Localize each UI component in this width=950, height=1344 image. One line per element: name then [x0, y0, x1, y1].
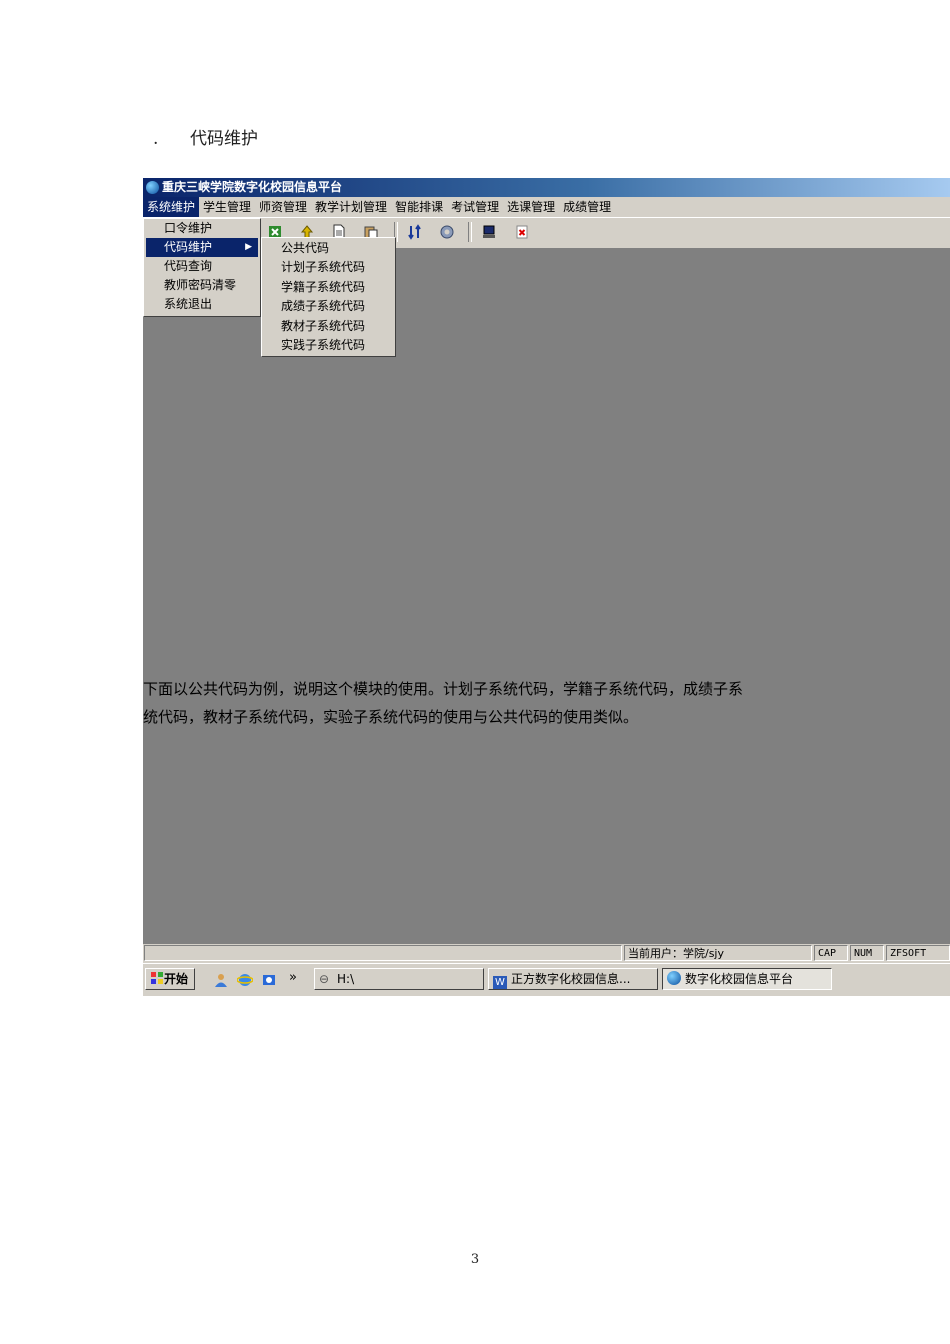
desktop-user-icon[interactable] [213, 972, 229, 988]
menu-grade-management[interactable]: 成绩管理 [559, 197, 615, 217]
task-word-document[interactable]: W 正方数字化校园信息... [488, 968, 658, 990]
task-campus-platform[interactable]: 数字化校园信息平台 [662, 968, 832, 990]
menu-student-management[interactable]: 学生管理 [199, 197, 255, 217]
settings-gear-icon[interactable] [439, 224, 455, 240]
submenu-item-public-code[interactable]: 公共代码 [262, 239, 395, 258]
body-line-1: 下面以公共代码为例，说明这个模块的使用。计划子系统代码，学籍子系统代码，成绩子系 [143, 680, 744, 698]
submenu-item-textbook-code[interactable]: 教材子系统代码 [262, 317, 395, 336]
menu-item-code-maintenance-label: 代码维护 [164, 240, 213, 254]
window-titlebar: 重庆三峡学院数字化校园信息平台 [143, 178, 950, 197]
task-platform-label: 数字化校园信息平台 [685, 972, 794, 986]
computer-icon[interactable] [481, 224, 497, 240]
menu-item-reset-teacher-password[interactable]: 教师密码清零 [144, 276, 260, 295]
submenu-item-enrollment-code[interactable]: 学籍子系统代码 [262, 278, 395, 297]
code-maintenance-submenu: 公共代码 计划子系统代码 学籍子系统代码 成绩子系统代码 教材子系统代码 实践子… [261, 237, 396, 357]
internet-explorer-icon[interactable] [237, 972, 253, 988]
start-label: 开始 [164, 972, 189, 986]
toolbar-separator [468, 222, 472, 242]
heading-text: 代码维护 [190, 129, 258, 149]
task-drive-h[interactable]: ⊖ H:\ [314, 968, 484, 990]
system-maintenance-dropdown: 口令维护 代码维护 ▶ 代码查询 教师密码清零 系统退出 [143, 218, 261, 317]
sort-icon[interactable] [407, 224, 423, 240]
taskbar: 开始 » ⊖ H:\ W 正方数字化校园信息... 数字化校园信息平台 [143, 963, 950, 996]
status-bar: 当前用户：学院/sjy CAP NUM ZFSOFT [143, 944, 950, 963]
submenu-item-practice-code[interactable]: 实践子系统代码 [262, 336, 395, 355]
app-screenshot: 重庆三峡学院数字化校园信息平台 系统维护 学生管理 师资管理 教学计划管理 智能排课 考试… [143, 178, 950, 996]
task-word-label: 正方数字化校园信息... [511, 972, 631, 986]
campus-platform-icon [667, 971, 681, 985]
body-line-2: 统代码，教材子系统代码，实验子系统代码的使用与公共代码的使用类似。 [143, 708, 639, 726]
status-empty-pane [144, 945, 622, 961]
status-cap: CAP [814, 945, 848, 961]
task-drive-label: H:\ [337, 972, 355, 986]
app-globe-icon [146, 181, 159, 194]
menu-exam-management[interactable]: 考试管理 [447, 197, 503, 217]
close-icon[interactable] [514, 224, 530, 240]
page-number: 3 [470, 1252, 480, 1267]
menu-item-password[interactable]: 口令维护 [144, 219, 260, 238]
menu-item-code-query[interactable]: 代码查询 [144, 257, 260, 276]
menu-item-code-maintenance[interactable]: 代码维护 ▶ [146, 238, 258, 257]
quicklaunch-more-chevron[interactable]: » [289, 970, 297, 985]
window-title: 重庆三峡学院数字化校园信息平台 [162, 180, 343, 194]
submenu-arrow-icon: ▶ [245, 242, 252, 252]
word-document-icon: W [493, 976, 507, 989]
menu-bar: 系统维护 学生管理 师资管理 教学计划管理 智能排课 考试管理 选课管理 成绩管理 [143, 197, 950, 217]
menu-course-selection[interactable]: 选课管理 [503, 197, 559, 217]
status-brand: ZFSOFT [886, 945, 950, 961]
outlook-icon[interactable] [261, 972, 277, 988]
status-num: NUM [850, 945, 884, 961]
start-button[interactable]: 开始 [145, 968, 195, 990]
status-current-user: 当前用户：学院/sjy [624, 945, 812, 961]
submenu-item-plan-code[interactable]: 计划子系统代码 [262, 258, 395, 277]
drive-icon: ⊖ [319, 972, 330, 986]
section-heading: . 代码维护 [153, 124, 258, 149]
menu-system-maintenance[interactable]: 系统维护 [143, 197, 200, 217]
menu-scheduling[interactable]: 智能排课 [391, 197, 447, 217]
windows-logo-icon [151, 972, 163, 984]
menu-teaching-plan[interactable]: 教学计划管理 [311, 197, 391, 217]
body-paragraph: 下面以公共代码为例，说明这个模块的使用。计划子系统代码，学籍子系统代码，成绩子系… [143, 675, 843, 731]
menu-teacher-management[interactable]: 师资管理 [255, 197, 311, 217]
submenu-item-grade-code[interactable]: 成绩子系统代码 [262, 297, 395, 316]
menu-item-exit[interactable]: 系统退出 [144, 295, 260, 314]
heading-number: . [153, 129, 159, 149]
